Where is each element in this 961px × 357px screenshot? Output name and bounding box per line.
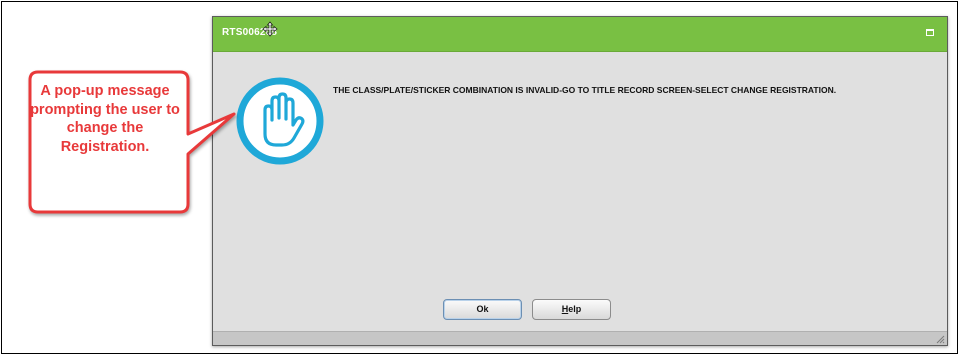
help-button[interactable]: Help	[532, 299, 611, 320]
help-mnemonic: H	[561, 304, 569, 314]
move-cursor-icon	[262, 21, 278, 37]
resize-grip-icon[interactable]	[935, 334, 945, 344]
dialog-titlebar[interactable]: RTS006208	[213, 17, 947, 52]
stop-hand-icon	[236, 77, 324, 165]
annotation-callout-text: A pop-up message prompting the user to c…	[30, 83, 180, 155]
popup-dialog: RTS006208 THE CLASS/PLATE/STICKER COMBIN…	[212, 16, 948, 346]
dialog-statusbar	[213, 331, 947, 345]
dialog-message: THE CLASS/PLATE/STICKER COMBINATION IS I…	[333, 85, 837, 95]
screenshot-frame: RTS006208 THE CLASS/PLATE/STICKER COMBIN…	[1, 1, 958, 354]
ok-button[interactable]: Ok	[443, 299, 522, 320]
restore-window-icon[interactable]	[926, 29, 934, 36]
